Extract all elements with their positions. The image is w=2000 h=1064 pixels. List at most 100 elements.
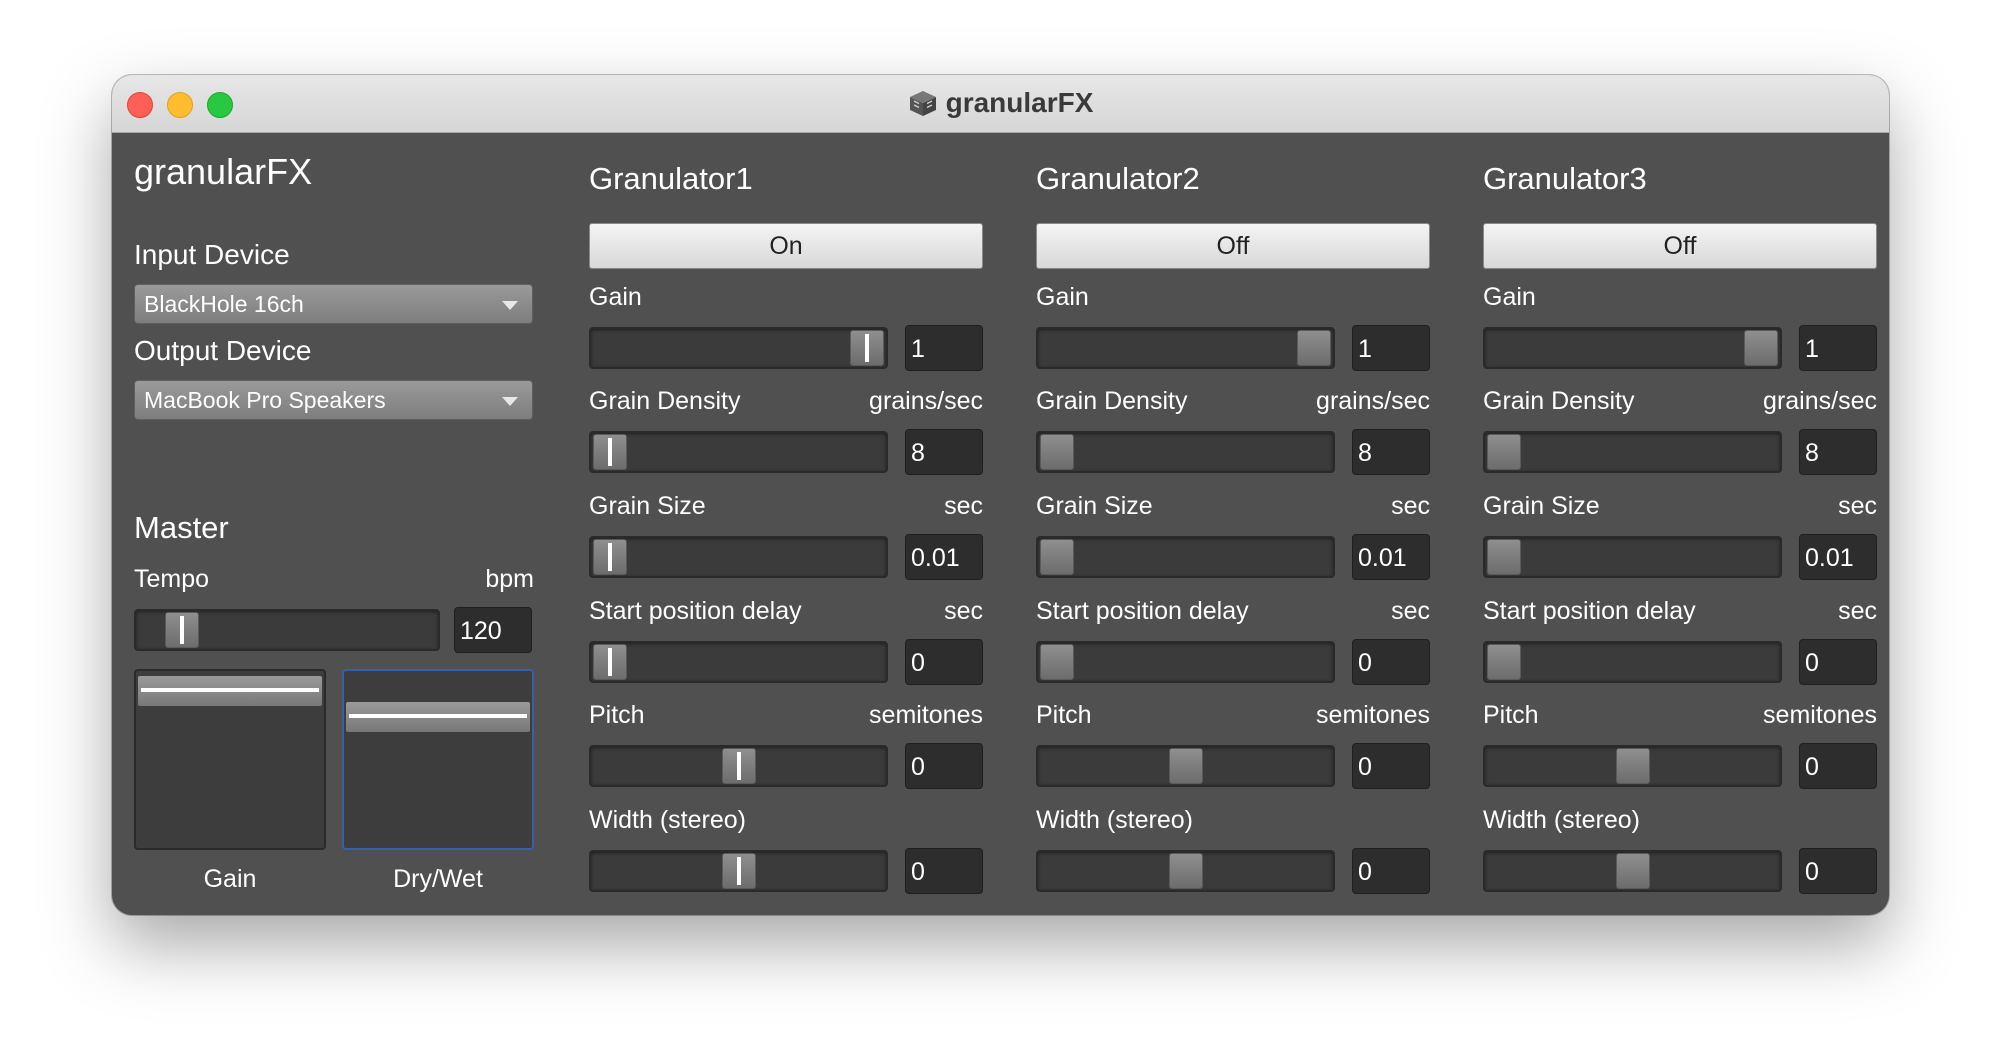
gain-value[interactable]: 1 — [1352, 325, 1430, 371]
input-device-label: Input Device — [134, 239, 290, 270]
grain-density-unit: grains/sec — [1316, 387, 1430, 415]
start-position-delay-value[interactable]: 0 — [905, 639, 983, 685]
slider-thumb[interactable] — [1040, 539, 1074, 575]
grain-size-unit: sec — [1391, 492, 1430, 520]
fader-handle[interactable] — [138, 675, 322, 706]
pitch-value[interactable]: 0 — [1352, 743, 1430, 789]
granulator-title: Granulator2 — [1036, 161, 1200, 196]
grain-size-value[interactable]: 0.01 — [1352, 534, 1430, 580]
width-stereo-value[interactable]: 0 — [1799, 848, 1877, 894]
gain-slider[interactable] — [1036, 327, 1335, 369]
width-stereo-value[interactable]: 0 — [905, 848, 983, 894]
grain-size-slider[interactable] — [1036, 536, 1335, 578]
tempo-slider[interactable] — [134, 609, 440, 651]
slider-thumb[interactable] — [1297, 330, 1331, 366]
pitch-value[interactable]: 0 — [1799, 743, 1877, 789]
output-device-value: MacBook Pro Speakers — [144, 387, 386, 413]
slider-thumb[interactable] — [1168, 748, 1203, 784]
pitch-slider[interactable] — [589, 745, 888, 787]
fader-handle[interactable] — [346, 701, 530, 732]
grain-size-value[interactable]: 0.01 — [905, 534, 983, 580]
width-stereo-label: Width (stereo) — [1483, 806, 1640, 834]
width-stereo-label: Width (stereo) — [589, 806, 746, 834]
grain-density-unit: grains/sec — [869, 387, 983, 415]
pitch-value[interactable]: 0 — [905, 743, 983, 789]
window-title: granularFX — [112, 87, 1889, 124]
start-position-delay-slider[interactable] — [1483, 641, 1782, 683]
grain-density-label: Grain Density — [589, 387, 741, 415]
slider-thumb[interactable] — [1615, 748, 1650, 784]
slider-thumb[interactable] — [593, 539, 627, 575]
start-position-delay-unit: sec — [1838, 597, 1877, 625]
title-bar: granularFX — [112, 75, 1889, 133]
master-gain-fader[interactable] — [134, 669, 326, 850]
slider-thumb[interactable] — [164, 612, 199, 648]
width-stereo-slider[interactable] — [1483, 850, 1782, 892]
grain-size-label: Grain Size — [1483, 492, 1600, 520]
granulator-toggle-button[interactable]: Off — [1483, 223, 1877, 269]
width-stereo-value[interactable]: 0 — [1352, 848, 1430, 894]
output-device-label: Output Device — [134, 335, 312, 366]
grain-size-slider[interactable] — [1483, 536, 1782, 578]
tempo-value[interactable]: 120 — [454, 607, 532, 653]
grain-density-slider[interactable] — [1483, 431, 1782, 473]
grain-density-label: Grain Density — [1036, 387, 1188, 415]
app-title: granularFX — [134, 151, 313, 192]
start-position-delay-slider[interactable] — [1036, 641, 1335, 683]
grain-size-value[interactable]: 0.01 — [1799, 534, 1877, 580]
gain-slider[interactable] — [589, 327, 888, 369]
start-position-delay-slider[interactable] — [589, 641, 888, 683]
granulator-title: Granulator1 — [589, 161, 753, 196]
gain-label: Gain — [1036, 283, 1089, 311]
slider-thumb[interactable] — [1487, 434, 1521, 470]
gain-label: Gain — [1483, 283, 1536, 311]
grain-density-value[interactable]: 8 — [1352, 429, 1430, 475]
start-position-delay-unit: sec — [1391, 597, 1430, 625]
app-cube-icon — [908, 89, 938, 124]
slider-thumb[interactable] — [593, 644, 627, 680]
grain-density-value[interactable]: 8 — [1799, 429, 1877, 475]
slider-thumb[interactable] — [1487, 539, 1521, 575]
width-stereo-slider[interactable] — [589, 850, 888, 892]
slider-thumb[interactable] — [1615, 853, 1650, 889]
dry-wet-fader[interactable] — [342, 669, 534, 850]
gain-value[interactable]: 1 — [905, 325, 983, 371]
grain-size-label: Grain Size — [589, 492, 706, 520]
width-stereo-slider[interactable] — [1036, 850, 1335, 892]
slider-thumb[interactable] — [1040, 434, 1074, 470]
pitch-label: Pitch — [1483, 701, 1539, 729]
grain-density-slider[interactable] — [589, 431, 888, 473]
grain-density-value[interactable]: 8 — [905, 429, 983, 475]
pitch-slider[interactable] — [1036, 745, 1335, 787]
pitch-unit: semitones — [1316, 701, 1430, 729]
grain-size-slider[interactable] — [589, 536, 888, 578]
slider-thumb[interactable] — [721, 748, 756, 784]
granulator-title: Granulator3 — [1483, 161, 1647, 196]
input-device-select[interactable]: BlackHole 16ch — [134, 284, 533, 324]
pitch-label: Pitch — [589, 701, 645, 729]
slider-thumb[interactable] — [1040, 644, 1074, 680]
pitch-slider[interactable] — [1483, 745, 1782, 787]
slider-thumb[interactable] — [721, 853, 756, 889]
app-window: granularFX granularFX Input Device Black… — [112, 75, 1889, 915]
slider-thumb[interactable] — [1168, 853, 1203, 889]
grain-size-unit: sec — [1838, 492, 1877, 520]
output-device-select[interactable]: MacBook Pro Speakers — [134, 380, 533, 420]
slider-thumb[interactable] — [850, 330, 884, 366]
start-position-delay-value[interactable]: 0 — [1352, 639, 1430, 685]
granulator-toggle-button[interactable]: On — [589, 223, 983, 269]
chevron-down-icon — [502, 301, 518, 310]
grain-size-unit: sec — [944, 492, 983, 520]
pitch-label: Pitch — [1036, 701, 1092, 729]
gain-slider[interactable] — [1483, 327, 1782, 369]
slider-thumb[interactable] — [593, 434, 627, 470]
grain-density-unit: grains/sec — [1763, 387, 1877, 415]
window-title-text: granularFX — [945, 87, 1094, 118]
slider-thumb[interactable] — [1487, 644, 1521, 680]
grain-density-slider[interactable] — [1036, 431, 1335, 473]
slider-thumb[interactable] — [1744, 330, 1778, 366]
gain-label: Gain — [589, 283, 642, 311]
granulator-toggle-button[interactable]: Off — [1036, 223, 1430, 269]
gain-value[interactable]: 1 — [1799, 325, 1877, 371]
start-position-delay-value[interactable]: 0 — [1799, 639, 1877, 685]
